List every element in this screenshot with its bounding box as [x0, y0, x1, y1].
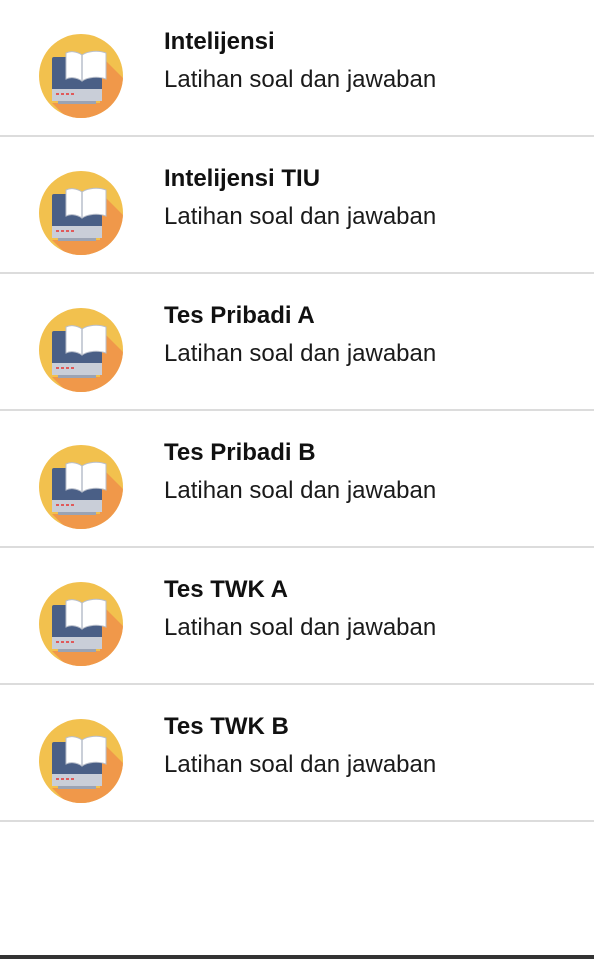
- list-item[interactable]: Tes Pribadi B Latihan soal dan jawaban: [0, 411, 594, 548]
- item-subtitle: Latihan soal dan jawaban: [164, 340, 437, 367]
- item-title: Intelijensi TIU: [164, 165, 321, 192]
- item-subtitle: Latihan soal dan jawaban: [164, 203, 437, 230]
- computer-book-icon: [39, 719, 123, 803]
- lesson-list: Intelijensi Latihan soal dan jawaban Int…: [0, 0, 594, 822]
- item-subtitle: Latihan soal dan jawaban: [164, 751, 437, 778]
- item-title: Tes TWK B: [164, 713, 289, 740]
- item-subtitle: Latihan soal dan jawaban: [164, 614, 437, 641]
- item-title: Tes Pribadi A: [164, 302, 315, 329]
- list-item[interactable]: Tes Pribadi A Latihan soal dan jawaban: [0, 274, 594, 411]
- list-item[interactable]: Tes TWK B Latihan soal dan jawaban: [0, 685, 594, 822]
- computer-book-icon: [39, 445, 123, 529]
- list-item[interactable]: Intelijensi TIU Latihan soal dan jawaban: [0, 137, 594, 274]
- computer-book-icon: [39, 582, 123, 666]
- item-title: Intelijensi: [164, 28, 275, 55]
- computer-book-icon: [39, 308, 123, 392]
- list-item[interactable]: Tes TWK A Latihan soal dan jawaban: [0, 548, 594, 685]
- item-title: Tes TWK A: [164, 576, 288, 603]
- item-subtitle: Latihan soal dan jawaban: [164, 477, 437, 504]
- computer-book-icon: [39, 34, 123, 118]
- computer-book-icon: [39, 171, 123, 255]
- bottom-bar: [0, 955, 594, 959]
- item-title: Tes Pribadi B: [164, 439, 316, 466]
- list-item[interactable]: Intelijensi Latihan soal dan jawaban: [0, 0, 594, 137]
- item-subtitle: Latihan soal dan jawaban: [164, 66, 437, 93]
